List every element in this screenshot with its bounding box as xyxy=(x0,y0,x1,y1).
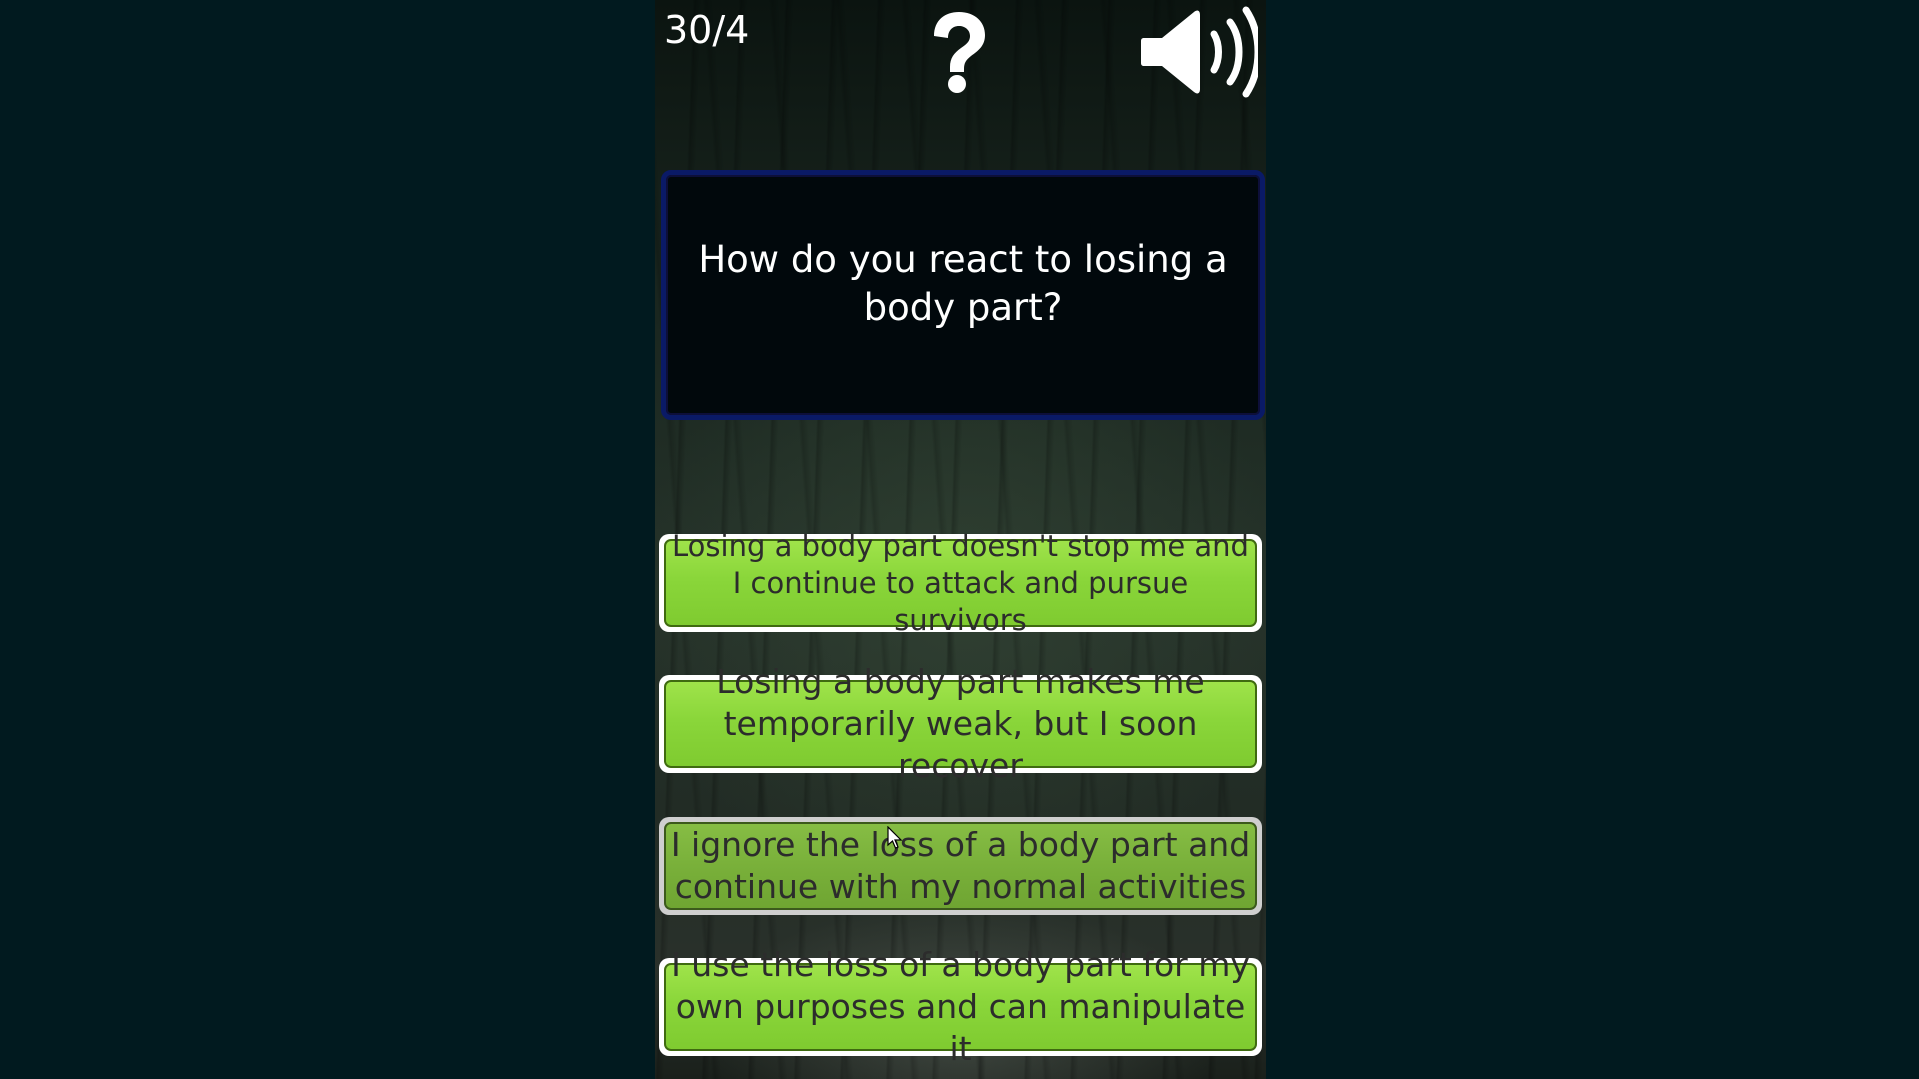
answer-label-2: Losing a body part makes me temporarily … xyxy=(716,662,1205,785)
answer-button-4[interactable]: I use the loss of a body part for my own… xyxy=(659,945,1262,1068)
sound-toggle-button[interactable] xyxy=(1140,6,1262,98)
answer-label-3: I ignore the loss of a body part and con… xyxy=(670,825,1251,906)
answer-button-1-face: Losing a body part doesn't stop me and I… xyxy=(664,529,1257,637)
game-panel: 30/4 How do you react to losing a body p… xyxy=(655,0,1266,1079)
screen: 30/4 How do you react to losing a body p… xyxy=(0,0,1919,1079)
answer-button-2[interactable]: Losing a body part makes me temporarily … xyxy=(659,662,1262,785)
answer-button-3[interactable]: I ignore the loss of a body part and con… xyxy=(659,817,1262,915)
speaker-volume-icon xyxy=(1141,6,1262,98)
question-mark-icon xyxy=(934,12,985,93)
answer-button-4-face: I use the loss of a body part for my own… xyxy=(664,945,1257,1068)
question-text: How do you react to losing a body part? xyxy=(698,238,1228,329)
answer-button-3-face: I ignore the loss of a body part and con… xyxy=(664,822,1257,910)
answer-label-1: Losing a body part doesn't stop me and I… xyxy=(672,528,1249,637)
answer-button-1[interactable]: Losing a body part doesn't stop me and I… xyxy=(659,529,1262,637)
help-button[interactable] xyxy=(923,8,993,94)
answer-label-4: I use the loss of a body part for my own… xyxy=(671,945,1250,1068)
answer-button-2-face: Losing a body part makes me temporarily … xyxy=(664,662,1257,785)
question-counter: 30/4 xyxy=(664,8,750,52)
question-panel: How do you react to losing a body part? xyxy=(661,170,1265,420)
